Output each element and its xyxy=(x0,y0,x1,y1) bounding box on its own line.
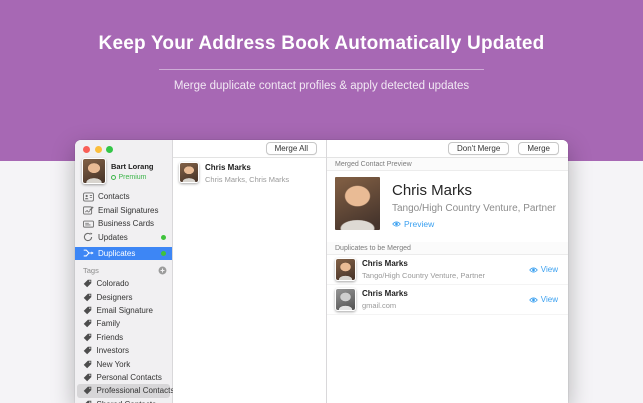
sidebar-item-label: Business Cards xyxy=(98,219,154,228)
contact-name: Chris Marks xyxy=(205,163,289,172)
banner-divider xyxy=(159,69,484,70)
dont-merge-button[interactable]: Don't Merge xyxy=(448,142,509,155)
merge-detail-panel: Don't Merge Merge Merged Contact Preview… xyxy=(327,140,568,403)
tag-item-designers[interactable]: Designers xyxy=(75,290,172,303)
tag-icon xyxy=(83,306,92,315)
eye-icon xyxy=(529,266,538,274)
sidebar-nav: Contacts Email Signatures Business Cards… xyxy=(75,190,172,260)
premium-badge: Premium xyxy=(111,174,154,181)
tag-icon xyxy=(83,373,92,382)
profile-avatar xyxy=(82,158,106,184)
profile-name: Bart Lorang xyxy=(111,162,154,171)
sidebar-item-label: Contacts xyxy=(98,192,130,201)
tag-icon xyxy=(83,360,92,369)
duplicate-name: Chris Marks xyxy=(362,289,529,298)
tag-item-professional-contacts[interactable]: Professional Contacts xyxy=(77,384,170,397)
duplicates-list-panel: Merge All Chris Marks Chris Marks, Chris… xyxy=(173,140,327,403)
tag-item-personal-contacts[interactable]: Personal Contacts xyxy=(75,371,172,384)
add-tag-button[interactable] xyxy=(158,266,167,275)
tag-icon xyxy=(83,346,92,355)
minimize-window-button[interactable] xyxy=(95,146,102,153)
merged-contact-photo xyxy=(335,177,380,230)
sidebar-item-contacts[interactable]: Contacts xyxy=(75,190,172,204)
contacts-icon xyxy=(83,192,94,202)
detail-toolbar: Don't Merge Merge xyxy=(327,140,568,158)
banner-title: Keep Your Address Book Automatically Upd… xyxy=(0,0,643,55)
duplicates-badge-dot xyxy=(161,251,166,256)
profile-card[interactable]: Bart Lorang Premium xyxy=(75,153,172,186)
tags-section-header: Tags xyxy=(75,264,172,277)
merge-all-button[interactable]: Merge All xyxy=(266,142,317,155)
duplicate-contact-row: Chris Marks gmail.com View xyxy=(327,285,568,315)
close-window-button[interactable] xyxy=(83,146,90,153)
view-link[interactable]: View xyxy=(529,265,558,274)
tag-item-email-signature[interactable]: Email Signature xyxy=(75,304,172,317)
merged-contact-name: Chris Marks xyxy=(392,182,556,199)
tag-item-family[interactable]: Family xyxy=(75,317,172,330)
sidebar-item-label: Updates xyxy=(98,233,128,242)
tag-icon xyxy=(83,293,92,302)
sidebar-item-label: Duplicates xyxy=(98,249,135,258)
updates-icon xyxy=(83,232,94,242)
duplicate-contact-row: Chris Marks Tango/High Country Venture, … xyxy=(327,255,568,285)
eye-icon xyxy=(392,220,401,228)
duplicate-avatar xyxy=(335,258,356,281)
duplicate-group-row[interactable]: Chris Marks Chris Marks, Chris Marks xyxy=(173,158,326,188)
duplicate-avatar xyxy=(335,288,356,311)
duplicates-icon xyxy=(83,248,94,258)
sidebar-item-duplicates[interactable]: Duplicates xyxy=(75,247,172,261)
contact-avatar xyxy=(179,162,199,183)
sidebar-item-updates[interactable]: Updates xyxy=(75,231,172,245)
zoom-window-button[interactable] xyxy=(106,146,113,153)
banner-subtitle: Merge duplicate contact profiles & apply… xyxy=(0,80,643,92)
tag-item-investors[interactable]: Investors xyxy=(75,344,172,357)
duplicate-detail: Tango/High Country Venture, Partner xyxy=(362,271,529,280)
app-window: Bart Lorang Premium Contacts Email Signa… xyxy=(75,140,568,403)
duplicate-detail: gmail.com xyxy=(362,301,529,310)
tag-item-shared-contacts[interactable]: Shared Contacts xyxy=(75,398,172,403)
eye-icon xyxy=(529,296,538,304)
tag-item-colorado[interactable]: Colorado xyxy=(75,277,172,290)
sidebar-item-email-signatures[interactable]: Email Signatures xyxy=(75,204,172,218)
business-card-icon xyxy=(83,219,94,229)
tag-icon xyxy=(83,319,92,328)
updates-badge-dot xyxy=(161,235,166,240)
merged-preview-header: Merged Contact Preview xyxy=(327,158,568,171)
duplicates-to-merge-header: Duplicates to be Merged xyxy=(327,242,568,255)
window-controls xyxy=(75,140,172,153)
tag-list: Colorado Designers Email Signature Famil… xyxy=(75,277,172,403)
tag-icon xyxy=(83,333,92,342)
sidebar-item-business-cards[interactable]: Business Cards xyxy=(75,217,172,231)
sidebar-item-label: Email Signatures xyxy=(98,206,158,215)
view-link[interactable]: View xyxy=(529,295,558,304)
tag-item-new-york[interactable]: New York xyxy=(75,357,172,370)
hero-banner: Keep Your Address Book Automatically Upd… xyxy=(0,0,643,161)
contact-duplicate-names: Chris Marks, Chris Marks xyxy=(205,175,289,184)
tag-item-friends[interactable]: Friends xyxy=(75,331,172,344)
tag-icon xyxy=(83,279,92,288)
duplicate-name: Chris Marks xyxy=(362,259,529,268)
premium-icon xyxy=(111,175,116,180)
merged-contact-preview: Chris Marks Tango/High Country Venture, … xyxy=(327,171,568,242)
list-toolbar: Merge All xyxy=(173,140,326,158)
merge-button[interactable]: Merge xyxy=(518,142,559,155)
merged-contact-company: Tango/High Country Venture, Partner xyxy=(392,203,556,214)
sidebar: Bart Lorang Premium Contacts Email Signa… xyxy=(75,140,173,403)
tag-icon xyxy=(83,386,92,395)
signature-icon xyxy=(83,205,94,215)
preview-link[interactable]: Preview xyxy=(392,219,434,229)
